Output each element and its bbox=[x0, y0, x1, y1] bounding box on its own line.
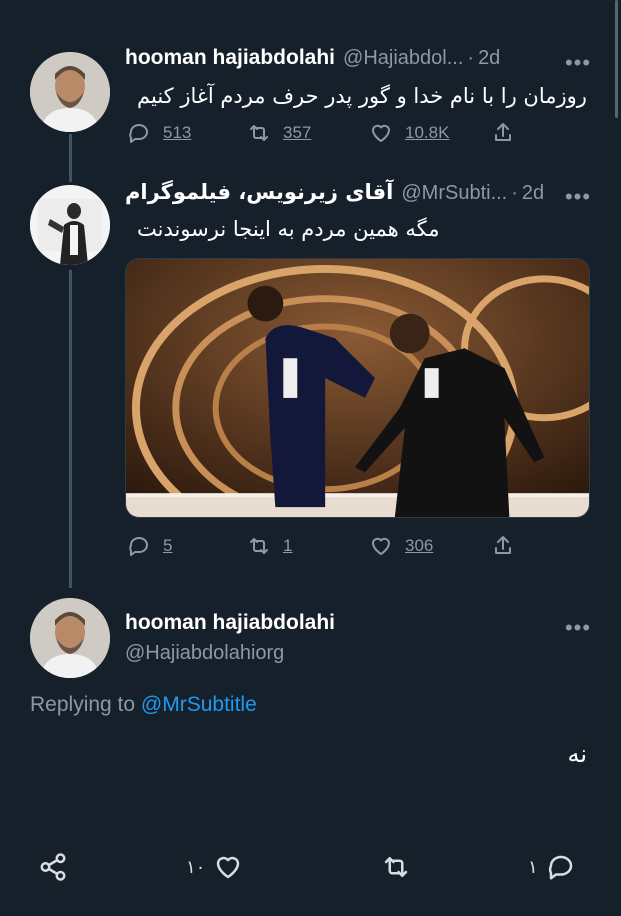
retweet-icon bbox=[250, 538, 268, 554]
replying-to-label: Replying to bbox=[30, 693, 136, 716]
user-handle[interactable]: @Hajiabdol... bbox=[343, 47, 463, 70]
like-count[interactable]: 306 bbox=[405, 536, 433, 556]
avatar-image bbox=[30, 52, 110, 132]
more-options-icon[interactable]: ••• bbox=[563, 617, 593, 639]
heart-icon bbox=[217, 856, 240, 879]
scrollbar[interactable] bbox=[615, 0, 618, 118]
reply-button[interactable]: 513 bbox=[127, 121, 247, 145]
tweet-thread-page: hooman hajiabdolahi @Hajiabdol... · 2d •… bbox=[0, 0, 621, 916]
reply-count: ۱ bbox=[528, 856, 538, 878]
retweet-count[interactable]: 1 bbox=[283, 536, 292, 556]
tweet-photo bbox=[126, 259, 589, 517]
retweet-button[interactable] bbox=[381, 852, 411, 882]
retweet-icon bbox=[250, 125, 268, 141]
tweet-text: نه bbox=[567, 740, 587, 768]
share-button[interactable] bbox=[491, 534, 515, 558]
like-button[interactable]: ۱۰ bbox=[178, 852, 243, 882]
replying-to-mention[interactable]: @MrSubtitle bbox=[141, 693, 257, 716]
retweet-count[interactable]: 357 bbox=[283, 123, 311, 143]
more-options-icon[interactable]: ••• bbox=[563, 186, 593, 208]
more-options-icon[interactable]: ••• bbox=[563, 52, 593, 74]
share-network-icon bbox=[40, 853, 66, 881]
tweet-actions: 5 1 306 bbox=[127, 534, 515, 558]
timestamp[interactable]: 2d bbox=[478, 47, 500, 70]
tweet-actions: 513 357 10.8K bbox=[127, 121, 515, 145]
avatar[interactable] bbox=[30, 598, 110, 678]
reply-count[interactable]: 5 bbox=[163, 536, 172, 556]
thread-connector-line bbox=[69, 134, 72, 182]
retweet-button[interactable]: 1 bbox=[247, 534, 369, 558]
replying-to: Replying to @MrSubtitle bbox=[30, 693, 257, 717]
tweet-header: hooman hajiabdolahi @Hajiabdol... · 2d bbox=[125, 46, 500, 70]
display-name[interactable]: hooman hajiabdolahi bbox=[125, 611, 335, 635]
avatar[interactable] bbox=[30, 52, 110, 132]
reply-icon bbox=[129, 537, 148, 556]
bottom-action-bar: ۱۰ ۱ bbox=[0, 840, 621, 900]
thread-connector-line bbox=[69, 270, 72, 588]
like-count[interactable]: 10.8K bbox=[405, 123, 449, 143]
separator-dot: · bbox=[511, 182, 518, 204]
display-name[interactable]: آقای زیرنویس، فیلموگرام bbox=[125, 180, 393, 204]
share-icon bbox=[495, 123, 511, 141]
retweet-icon bbox=[384, 857, 408, 877]
like-count: ۱۰ bbox=[186, 856, 206, 878]
avatar-image bbox=[30, 598, 110, 678]
reply-icon bbox=[548, 855, 572, 880]
user-handle[interactable]: @Hajiabdolahiorg bbox=[125, 642, 284, 665]
timestamp[interactable]: 2d bbox=[522, 182, 544, 205]
reply-icon bbox=[129, 124, 148, 143]
tweet-text: روزمان را با نام خدا و گور پدر حرف مردم … bbox=[137, 84, 587, 108]
retweet-button[interactable]: 357 bbox=[247, 121, 369, 145]
reply-count[interactable]: 513 bbox=[163, 123, 191, 143]
user-handle[interactable]: @MrSubti... bbox=[401, 182, 507, 205]
share-button[interactable] bbox=[38, 852, 68, 882]
reply-button[interactable]: 5 bbox=[127, 534, 247, 558]
share-icon bbox=[495, 536, 511, 554]
heart-icon bbox=[372, 124, 390, 142]
reply-button[interactable]: ۱ bbox=[520, 852, 576, 882]
tweet-text: مگه همین مردم به اینجا نرسوندنت bbox=[137, 217, 440, 241]
share-button[interactable] bbox=[491, 121, 515, 145]
heart-icon bbox=[372, 537, 390, 555]
separator-dot: · bbox=[467, 47, 475, 69]
avatar-image bbox=[30, 185, 110, 265]
tweet-header: آقای زیرنویس، فیلموگرام @MrSubti... · 2d bbox=[125, 180, 544, 205]
like-button[interactable]: 10.8K bbox=[369, 121, 491, 145]
display-name[interactable]: hooman hajiabdolahi bbox=[125, 46, 335, 70]
avatar[interactable] bbox=[30, 185, 110, 265]
tweet-image[interactable] bbox=[125, 258, 590, 518]
like-button[interactable]: 306 bbox=[369, 534, 491, 558]
